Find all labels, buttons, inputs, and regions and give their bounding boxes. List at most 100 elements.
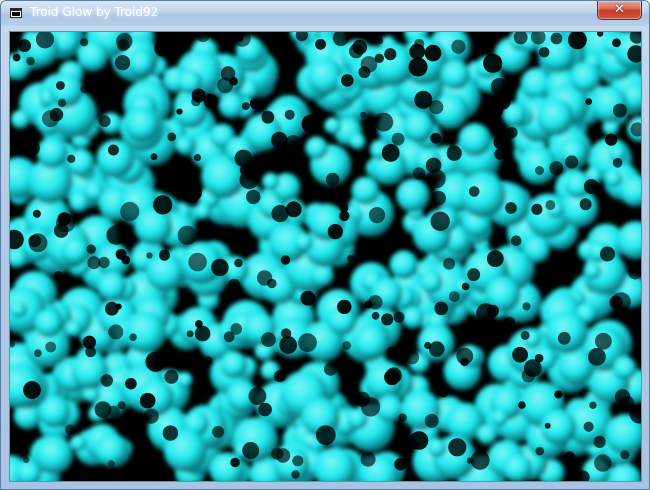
glow-blob: [176, 371, 193, 389]
shadow-pocket: [535, 446, 545, 456]
close-icon: ✕: [614, 2, 625, 17]
shadow-pocket: [145, 351, 166, 372]
glow-blob: [70, 435, 86, 452]
glow-blob: [584, 262, 601, 280]
shadow-pocket: [271, 131, 288, 149]
glow-blob: [458, 123, 492, 157]
shadow-pocket: [425, 157, 442, 174]
shadow-pocket: [518, 401, 526, 409]
shadow-pocket: [279, 69, 289, 79]
shadow-pocket: [324, 362, 337, 376]
shadow-pocket: [486, 250, 504, 268]
shadow-pocket: [176, 108, 183, 115]
shadow-pocket: [408, 57, 428, 77]
glow-blob: [61, 236, 90, 265]
glow-blob: [460, 172, 506, 218]
shadow-pocket: [583, 421, 594, 432]
shadow-pocket: [523, 359, 542, 377]
shadow-pocket: [87, 256, 101, 270]
shadow-pocket: [246, 189, 261, 205]
shadow-pocket: [505, 202, 517, 214]
glow-blob: [324, 117, 342, 135]
title-bar[interactable]: Troid Glow by Troid92 ✕: [1, 1, 649, 26]
shadow-pocket: [248, 387, 267, 405]
shadow-pocket: [271, 205, 289, 223]
shadow-pocket: [236, 35, 244, 42]
shadow-pocket: [125, 377, 137, 390]
shadow-pocket: [117, 401, 126, 410]
window-title: Troid Glow by Troid92: [30, 5, 159, 19]
shadow-pocket: [45, 341, 57, 353]
shadow-pocket: [510, 235, 522, 246]
shadow-pocket: [23, 381, 41, 399]
shadow-pocket: [409, 43, 426, 60]
close-button[interactable]: ✕: [597, 1, 642, 20]
shadow-pocket: [327, 224, 343, 240]
shadow-pocket: [504, 316, 516, 328]
shadow-pocket: [630, 311, 638, 320]
shadow-pocket: [26, 56, 35, 66]
shadow-pocket: [256, 270, 273, 286]
shadow-pocket: [583, 179, 599, 195]
shadow-pocket: [424, 413, 439, 428]
shadow-pocket: [405, 350, 419, 365]
shadow-pocket: [398, 413, 407, 423]
shadow-pocket: [167, 132, 176, 142]
shadow-pocket: [535, 166, 544, 175]
glow-blob: [570, 61, 602, 93]
shadow-pocket: [347, 254, 355, 262]
shadow-pocket: [409, 431, 429, 450]
shadow-pocket: [226, 287, 240, 301]
shadow-pocket: [203, 93, 219, 109]
shadow-pocket: [443, 257, 456, 270]
shadow-pocket: [550, 32, 563, 45]
shadow-pocket: [337, 299, 352, 315]
glow-blob: [349, 133, 366, 150]
shadow-pocket: [424, 341, 432, 350]
shadow-pocket: [34, 349, 42, 357]
shadow-pocket: [137, 436, 151, 451]
shadow-pocket: [108, 324, 124, 340]
app-window: Troid Glow by Troid92 ✕: [0, 0, 650, 490]
shadow-pocket: [354, 391, 371, 407]
shadow-pocket: [394, 458, 407, 471]
shadow-pocket: [494, 148, 507, 160]
shadow-pocket: [404, 446, 412, 455]
glow-blob: [294, 232, 314, 252]
shadow-pocket: [339, 203, 349, 213]
glow-blob: [34, 309, 63, 338]
shadow-pocket: [613, 103, 627, 118]
shadow-pocket: [446, 145, 462, 161]
shadow-pocket: [412, 167, 426, 180]
shadow-pocket: [585, 98, 593, 105]
shadow-pocket: [381, 313, 394, 326]
shadow-pocket: [107, 144, 119, 156]
shadow-pocket: [211, 258, 229, 277]
shadow-pocket: [564, 451, 575, 462]
glow-blob: [176, 137, 194, 155]
shadow-pocket: [360, 111, 367, 118]
shadow-pocket: [175, 356, 186, 366]
shadow-pocket: [234, 258, 243, 268]
shadow-pocket: [162, 425, 179, 441]
shadow-pocket: [384, 369, 400, 386]
app-window-icon[interactable]: [10, 8, 22, 18]
shadow-pocket: [557, 331, 571, 345]
shadow-pocket: [490, 78, 508, 95]
shadow-pocket: [538, 47, 550, 58]
shadow-pocket: [460, 357, 469, 367]
shadow-pocket: [545, 200, 556, 211]
shadow-pocket: [191, 88, 206, 103]
shadow-pocket: [106, 225, 126, 245]
shadow-pocket: [249, 98, 261, 110]
shadow-pocket: [301, 114, 321, 134]
shadow-pocket: [164, 369, 179, 384]
shadow-pocket: [605, 133, 618, 146]
shadow-pocket: [80, 84, 89, 93]
shadow-pocket: [184, 183, 202, 202]
glow-blob: [35, 435, 74, 474]
render-canvas[interactable]: [9, 31, 642, 482]
shadow-pocket: [217, 77, 234, 94]
shadow-pocket: [470, 450, 490, 470]
shadow-pocket: [483, 53, 503, 73]
